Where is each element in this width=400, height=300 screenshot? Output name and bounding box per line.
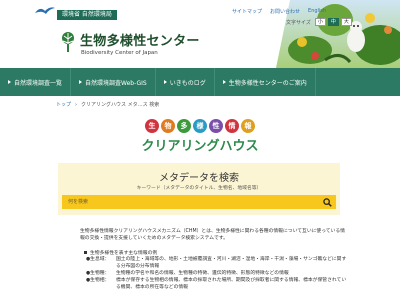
site-subtitle: Biodiversity Center of Japan [81,50,158,56]
font-size-medium-button[interactable]: 中 [327,18,339,26]
nav-item-surveys[interactable]: 自然環境調査一覧 [0,68,72,96]
search-panel: メタデータを検索 キーワード（メタデータのタイトル、生物名、地域名等） [58,163,340,215]
page-title: クリアリングハウス [141,139,259,154]
list-item-text: 標本が保存する生物相の情報、標本の採取された場所、期間及び採取者に関する情報、標… [116,278,347,290]
title-char-circle: 様 [193,119,207,133]
title-char-circle: 報 [241,119,255,133]
list-item-label: ●生物相： [86,278,110,283]
search-icon [322,197,332,207]
nav-item-label: 生物多様性センターのご案内 [228,79,307,87]
breadcrumb-separator: › [75,101,78,108]
info-list: ●生息域： 国土の陸上・海域等の、地形・土地被覆調査・河川・湖沼・湿地・海岸・干… [86,256,348,291]
top-links: サイトマップ お問い合わせ English [232,8,326,15]
nav-bullet-icon [222,80,226,84]
site-header: 環境省 自然環境局 生物多様性センター Biodiversity Center … [0,0,400,68]
breadcrumb: トップ › クリアリングハウス メタ…ス 検索 [56,101,160,109]
nav-bullet-icon [163,80,167,84]
bird-logo-icon [35,7,55,14]
contact-link[interactable]: お問い合わせ [270,8,300,15]
list-item: ●生物相： 標本が保存する生物相の情報、標本の採取された場所、期間及び採取者に関… [86,277,348,291]
nav-item-label: 自然環境調査Web-GIS [85,79,147,87]
biodiversity-info-chars: 生物多様性情報 [0,119,400,133]
nav-item-label: いきものログ [169,79,206,87]
nav-item-about[interactable]: 生物多様性センターのご案内 [215,68,316,96]
search-input[interactable] [64,197,314,207]
font-size-switcher: 文字サイズ 小 中 大 [286,18,352,26]
list-item-label: ●生物種： [86,271,110,276]
info-list-heading: 生物多様性を表す主な情報の例 [84,249,157,256]
font-size-label: 文字サイズ [286,19,311,26]
square-bullet-icon [84,251,87,254]
nav-item-web-gis[interactable]: 自然環境調査Web-GIS [71,68,156,96]
search-bar [62,195,336,209]
list-item-text: 生物種の学名や和名の情報、生物種の特徴、遺伝的特徴、形態的特徴などの情報 [116,271,289,276]
font-size-small-button[interactable]: 小 [314,18,326,26]
search-button[interactable] [320,196,334,208]
list-item: ●生物種： 生物種の学名や和名の情報、生物種の特徴、遺伝的特徴、形態的特徴などの… [86,270,348,277]
breadcrumb-current: クリアリングハウス メタ…ス 検索 [81,102,160,108]
main-nav: 自然環境調査一覧 自然環境調査Web-GIS いきものログ 生物多様性センターの… [0,68,400,96]
description-text: 生物多様性情報クリアリングハウスメカニズム（CHM）とは、生物多様性に関わる各種… [80,229,345,241]
nav-bullet-icon [8,80,11,84]
nav-bullet-icon [79,80,83,84]
list-item-text: 国土の陸上・海域等の、地形・土地被覆調査・河川・湖沼・湿地・海岸・干潟・藻場・サ… [116,257,347,269]
breadcrumb-home-link[interactable]: トップ [56,101,71,108]
nav-item-ikimono-log[interactable]: いきものログ [156,68,215,96]
title-char-circle: 性 [209,119,223,133]
nav-item-label: 自然環境調査一覧 [14,79,63,87]
leaf-emblem-icon [62,32,74,52]
list-item-label: ●生息域： [86,257,110,262]
search-hint: キーワード（メタデータのタイトル、生物名、地域名等） [136,186,262,191]
title-char-circle: 生 [145,119,159,133]
sitemap-link[interactable]: サイトマップ [232,8,262,15]
english-link[interactable]: English [308,8,326,15]
search-heading: メタデータを検索 [159,173,239,184]
title-char-circle: 多 [177,119,191,133]
font-size-large-button[interactable]: 大 [340,18,352,26]
list-item: ●生息域： 国土の陸上・海域等の、地形・土地被覆調査・河川・湖沼・湿地・海岸・干… [86,256,348,270]
ministry-label[interactable]: 環境省 自然環境局 [57,10,117,20]
title-char-circle: 物 [161,119,175,133]
title-char-circle: 情 [225,119,239,133]
site-title[interactable]: 生物多様性センター [80,30,200,49]
